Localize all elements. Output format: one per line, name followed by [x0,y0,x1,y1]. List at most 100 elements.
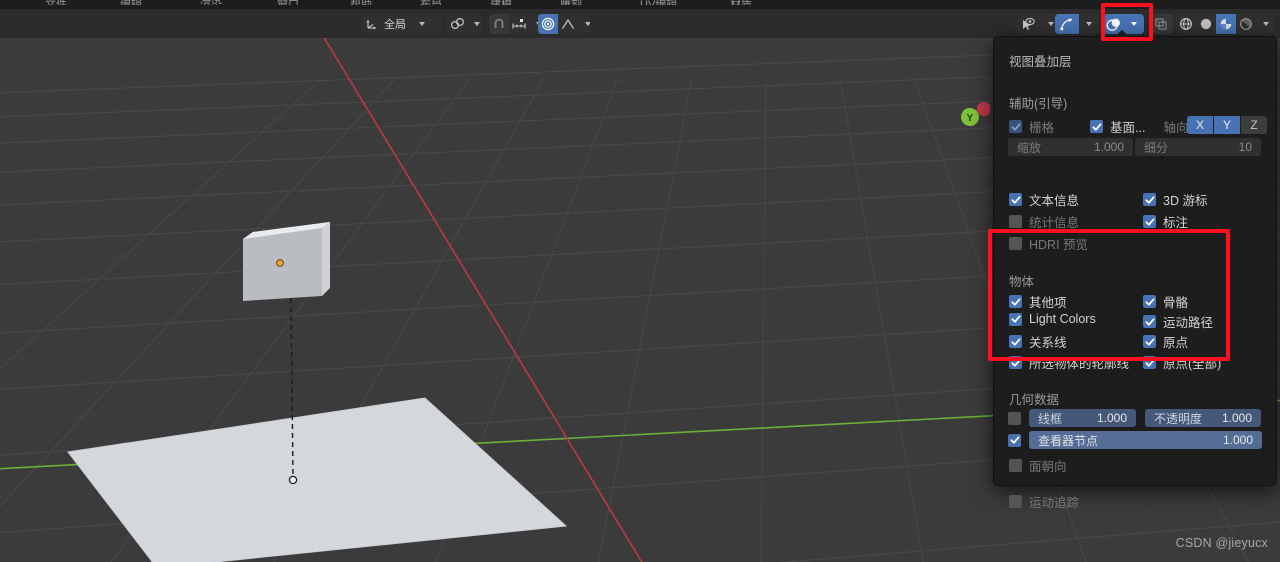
cube-object [243,222,330,301]
menu-item-6[interactable]: 建模 [490,0,512,5]
menu-item-9[interactable]: 材质 [730,0,752,5]
eye-cursor-icon[interactable] [1017,14,1041,34]
checkbox-statistics[interactable] [1009,215,1022,228]
transform-orientation-value: 全局 [384,19,406,31]
menu-item-3[interactable]: 窗口 [277,0,299,5]
label-motion-tracking: 运动追踪 [1029,496,1080,510]
axis-toggle-z[interactable]: Z [1241,116,1267,134]
checkbox-face-orientation[interactable] [1009,459,1022,472]
checkbox-text-info[interactable] [1009,193,1022,206]
snap-increment-icon[interactable] [509,14,529,34]
label-floor: 基面... [1110,121,1146,135]
menu-item-5[interactable]: 布局 [420,0,442,5]
label-statistics: 统计信息 [1029,216,1080,230]
checkbox-outline-selected[interactable] [1009,356,1022,369]
checkbox-viewer-node[interactable] [1008,433,1021,447]
chevron-down-icon[interactable] [467,14,483,34]
checkbox-wireframe[interactable] [1008,411,1021,425]
gizmo-group[interactable] [1055,14,1099,34]
menu-item-7[interactable]: 雕刻 [560,0,582,5]
x-axis-ball [977,102,990,116]
axis-x-label: X [1195,118,1204,132]
label-3d-cursor: 3D 游标 [1163,194,1208,208]
label-origins-all: 原点(全部) [1163,357,1222,371]
label-text-info: 文本信息 [1029,194,1080,208]
viewport-overlays-popover: 视图叠加层 辅助(引导) 栅格 基面... 轴向 X Y Z 缩放 1.000 … [993,30,1277,510]
proportional-edit-icon[interactable] [538,14,558,34]
menu-item-4[interactable]: 帮助 [350,0,372,5]
smooth-falloff-icon[interactable] [558,14,578,34]
cube-origin-point [276,259,284,267]
gizmo-icon[interactable] [1055,14,1079,34]
magnet-icon[interactable] [489,14,509,34]
label-bones: 骨骼 [1163,296,1189,310]
slider-wireframe-value: 1.000 [1096,411,1127,425]
rendered-shading-icon[interactable] [1236,14,1256,34]
solid-shading-icon[interactable] [1196,14,1216,34]
viewport-header-toolbar: 全局 [0,9,1280,39]
slider-subdivisions-value: 10 [1238,140,1252,154]
label-axes: 轴向 [1163,121,1189,135]
slider-opacity-label: 不透明度 [1154,411,1203,426]
section-title-geometry: 几何数据 [1009,393,1060,407]
slider-wireframe[interactable]: 线框 1.000 [1029,409,1136,427]
slider-grid-scale-value: 1.000 [1093,140,1124,154]
material-preview-shading-icon[interactable] [1216,14,1236,34]
checkbox-extras[interactable] [1009,295,1022,308]
menu-item-0[interactable]: 文件 [45,0,67,5]
checkbox-motion-tracking[interactable] [1009,495,1022,508]
snap-group[interactable] [489,14,545,34]
checkbox-grid[interactable] [1009,120,1022,133]
wireframe-shading-icon[interactable] [1176,14,1196,34]
checkbox-3d-cursor[interactable] [1143,193,1156,206]
xray-toggle-icon[interactable] [1149,14,1173,34]
label-grid: 栅格 [1029,121,1055,135]
section-title-guides: 辅助(引导) [1009,97,1068,111]
shading-modes-group[interactable] [1176,14,1274,34]
checkbox-floor[interactable] [1090,120,1104,133]
menu-item-2[interactable]: 渲染 [200,0,222,5]
checkbox-hdri-preview[interactable] [1009,237,1022,250]
popover-arrow [1114,30,1130,37]
checkbox-origins[interactable] [1143,335,1156,348]
popover-title: 视图叠加层 [1009,55,1072,69]
axis-toggle-x[interactable]: X [1187,116,1213,134]
chevron-down-icon[interactable] [578,14,590,34]
menu-bar[interactable]: 文件 编辑 渲染 窗口 帮助 布局 建模 雕刻 UV编辑 材质 [0,0,1280,9]
shading-chevron-down-icon[interactable] [1256,14,1274,34]
menu-item-1[interactable]: 编辑 [120,0,142,5]
navigation-gizmo[interactable]: Y [942,96,990,144]
y-axis-label: Y [967,113,974,124]
checkbox-motion-paths[interactable] [1143,315,1156,328]
snap-target-icon[interactable] [447,14,467,34]
label-hdri-preview: HDRI 预览 [1029,238,1089,252]
checkbox-relationship-lines[interactable] [1009,335,1022,348]
orientation-icon [362,14,382,34]
label-annotations: 标注 [1163,216,1189,230]
slider-opacity[interactable]: 不透明度 1.000 [1145,409,1261,427]
slider-grid-scale[interactable]: 缩放 1.000 [1008,138,1133,156]
checkbox-bones[interactable] [1143,295,1156,308]
label-light-colors: Light Colors [1029,312,1096,326]
slider-subdivisions[interactable]: 细分 10 [1135,138,1261,156]
xray-toggle-group[interactable] [1149,14,1173,34]
checkbox-light-colors[interactable] [1009,312,1022,326]
label-relationship-lines: 关系线 [1029,336,1067,350]
transform-orientation-group[interactable]: 全局 [362,14,440,34]
checkbox-origins-all[interactable] [1143,356,1156,369]
chevron-down-icon[interactable] [1079,14,1099,34]
origin-point-empty [288,475,298,485]
watermark-text: CSDN @jieyucx [1175,536,1268,550]
slider-viewer-node-label: 查看器节点 [1038,433,1099,448]
proportional-edit-group[interactable] [538,14,590,34]
axis-y-label: Y [1222,118,1231,132]
section-title-objects: 物体 [1009,275,1035,289]
snap-target-group[interactable] [447,14,483,34]
slider-viewer-node[interactable]: 查看器节点 1.000 [1029,431,1262,449]
chevron-down-icon[interactable] [412,14,432,34]
axis-toggle-y[interactable]: Y [1214,116,1240,134]
slider-wireframe-label: 线框 [1038,411,1063,426]
checkbox-annotations[interactable] [1143,215,1156,228]
blender-window: 文件 编辑 渲染 窗口 帮助 布局 建模 雕刻 UV编辑 材质 全局 [0,0,1280,562]
menu-item-8[interactable]: UV编辑 [640,0,677,5]
